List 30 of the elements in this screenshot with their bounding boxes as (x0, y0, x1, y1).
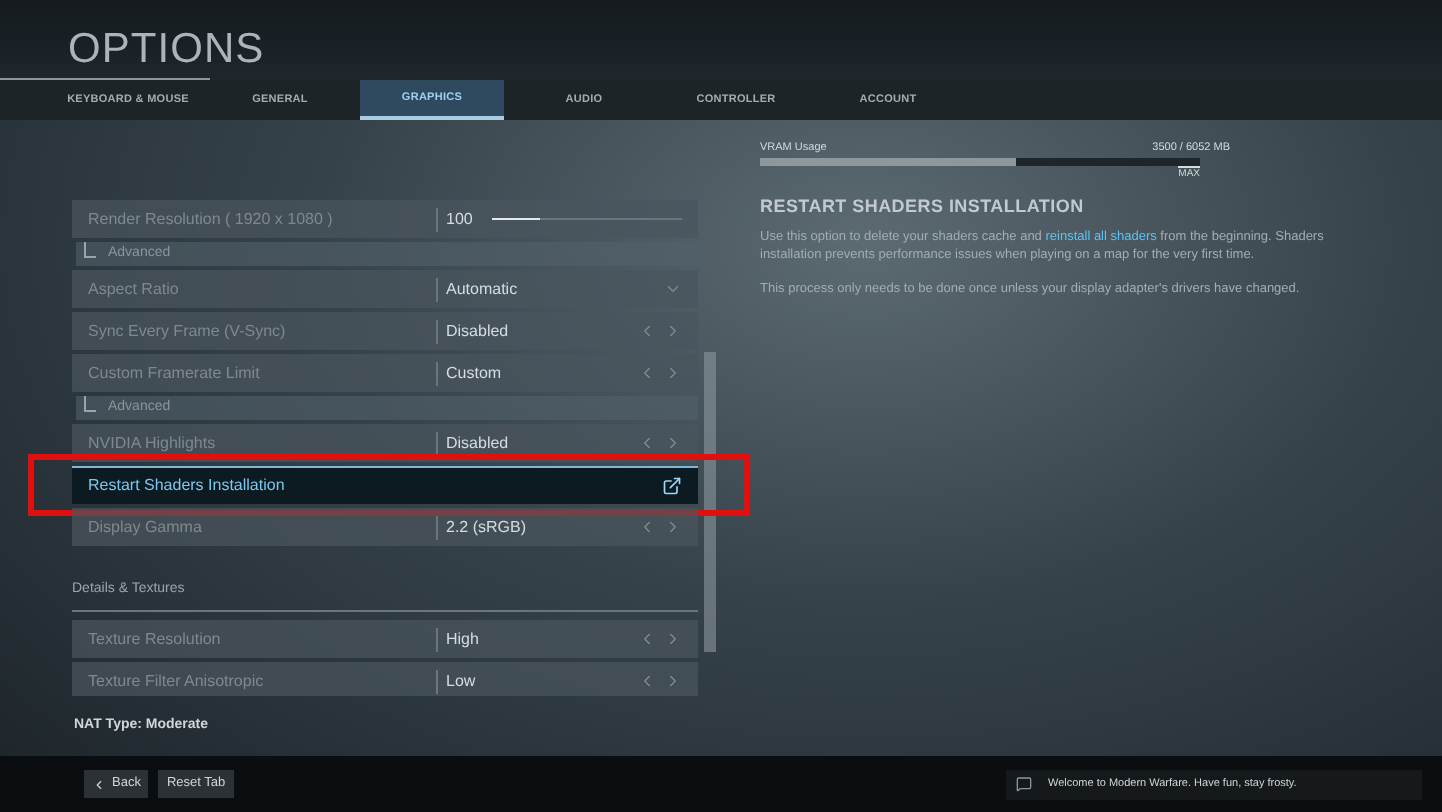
setting-value: Low (436, 669, 556, 693)
chat-icon (1016, 776, 1032, 792)
setting-row[interactable]: Sync Every Frame (V-Sync) Disabled (72, 312, 698, 350)
setting-label: Texture Filter Anisotropic (88, 669, 266, 693)
setting-row[interactable]: Restart Shaders Installation (72, 466, 698, 504)
setting-value: 100 (436, 207, 492, 231)
setting-label: Sync Every Frame (V-Sync) (88, 319, 288, 343)
page-title: OPTIONS (68, 26, 265, 72)
setting-label: Display Gamma (88, 515, 204, 539)
chevron-down-icon (664, 280, 682, 298)
setting-value: Automatic (436, 277, 556, 301)
setting-label: Render Resolution ( 1920 x 1080 ) (88, 207, 335, 231)
setting-value: Custom (436, 361, 556, 385)
chevron-left-icon (92, 777, 106, 791)
setting-label: Restart Shaders Installation (88, 474, 287, 498)
setting-label: NVIDIA Highlights (88, 431, 218, 455)
setting-row[interactable]: Render Resolution ( 1920 x 1080 ) 100 (72, 200, 698, 238)
setting-label: Aspect Ratio (88, 277, 181, 301)
setting-value: 2.2 (sRGB) (436, 515, 556, 539)
setting-row[interactable]: Texture Filter Anisotropic Low (72, 662, 698, 696)
setting-row[interactable]: Display Gamma 2.2 (sRGB) (72, 508, 698, 546)
setting-row[interactable]: Texture Resolution High (72, 620, 698, 658)
setting-label: Custom Framerate Limit (88, 361, 262, 385)
setting-value: Disabled (436, 431, 556, 455)
setting-value: High (436, 627, 556, 651)
setting-label: Texture Resolution (88, 627, 223, 651)
setting-value: Disabled (436, 319, 556, 343)
setting-row[interactable]: Aspect Ratio Automatic (72, 270, 698, 308)
external-link-icon (662, 476, 682, 496)
detail-title: RESTART SHADERS INSTALLATION (760, 193, 1086, 220)
